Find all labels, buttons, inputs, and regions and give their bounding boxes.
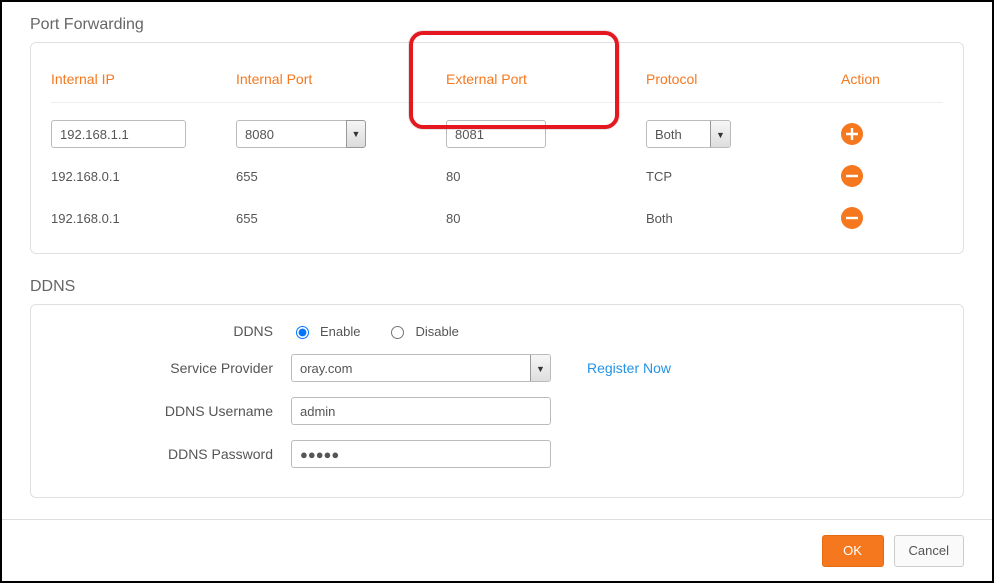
register-now-link[interactable]: Register Now [587,360,671,376]
cell-external-port: 80 [446,211,646,226]
protocol-value: Both [647,121,710,147]
chevron-down-icon[interactable]: ▼ [346,120,366,148]
port-forwarding-title: Port Forwarding [30,2,964,42]
table-input-row: ▼ Both ▼ [51,113,943,155]
plus-icon [846,128,858,140]
minus-icon [846,170,858,182]
service-provider-value: oray.com [292,355,530,381]
internal-port-combo[interactable]: ▼ [236,120,366,148]
username-label: DDNS Username [81,403,291,419]
cell-internal-ip: 192.168.0.1 [51,211,236,226]
ddns-password-input[interactable] [291,440,551,468]
service-provider-select[interactable]: oray.com ▼ [291,354,551,382]
cell-external-port: 80 [446,169,646,184]
cell-protocol: Both [646,211,841,226]
ddns-disable-radio[interactable] [391,326,404,339]
header-internal-port: Internal Port [236,71,446,87]
footer: OK Cancel [2,519,992,581]
cell-internal-port: 655 [236,211,446,226]
header-external-port: External Port [446,71,646,87]
table-row: 192.168.0.1 655 80 Both [51,197,943,239]
add-button[interactable] [841,123,863,145]
ddns-enable-radio[interactable] [296,326,309,339]
internal-port-input[interactable] [236,120,346,148]
cell-protocol: TCP [646,169,841,184]
cell-internal-ip: 192.168.0.1 [51,169,236,184]
disable-label: Disable [415,324,458,339]
chevron-down-icon[interactable]: ▼ [710,121,730,148]
ddns-username-input[interactable] [291,397,551,425]
internal-ip-input[interactable] [51,120,186,148]
remove-button[interactable] [841,207,863,229]
header-action: Action [841,71,911,87]
ok-button[interactable]: OK [822,535,884,567]
protocol-select[interactable]: Both ▼ [646,120,731,148]
enable-label: Enable [320,324,360,339]
port-forwarding-panel: Internal IP Internal Port External Port … [30,42,964,254]
ddns-label: DDNS [81,323,291,339]
cell-internal-port: 655 [236,169,446,184]
chevron-down-icon[interactable]: ▼ [530,355,550,382]
ddns-title: DDNS [30,264,964,304]
header-protocol: Protocol [646,71,841,87]
ddns-panel: DDNS Enable Disable Service Provider ora… [30,304,964,498]
minus-icon [846,212,858,224]
cancel-button[interactable]: Cancel [894,535,964,567]
password-label: DDNS Password [81,446,291,462]
table-row: 192.168.0.1 655 80 TCP [51,155,943,197]
service-provider-label: Service Provider [81,360,291,376]
remove-button[interactable] [841,165,863,187]
table-header: Internal IP Internal Port External Port … [51,61,943,103]
header-internal-ip: Internal IP [51,71,236,87]
external-port-input[interactable] [446,120,546,148]
